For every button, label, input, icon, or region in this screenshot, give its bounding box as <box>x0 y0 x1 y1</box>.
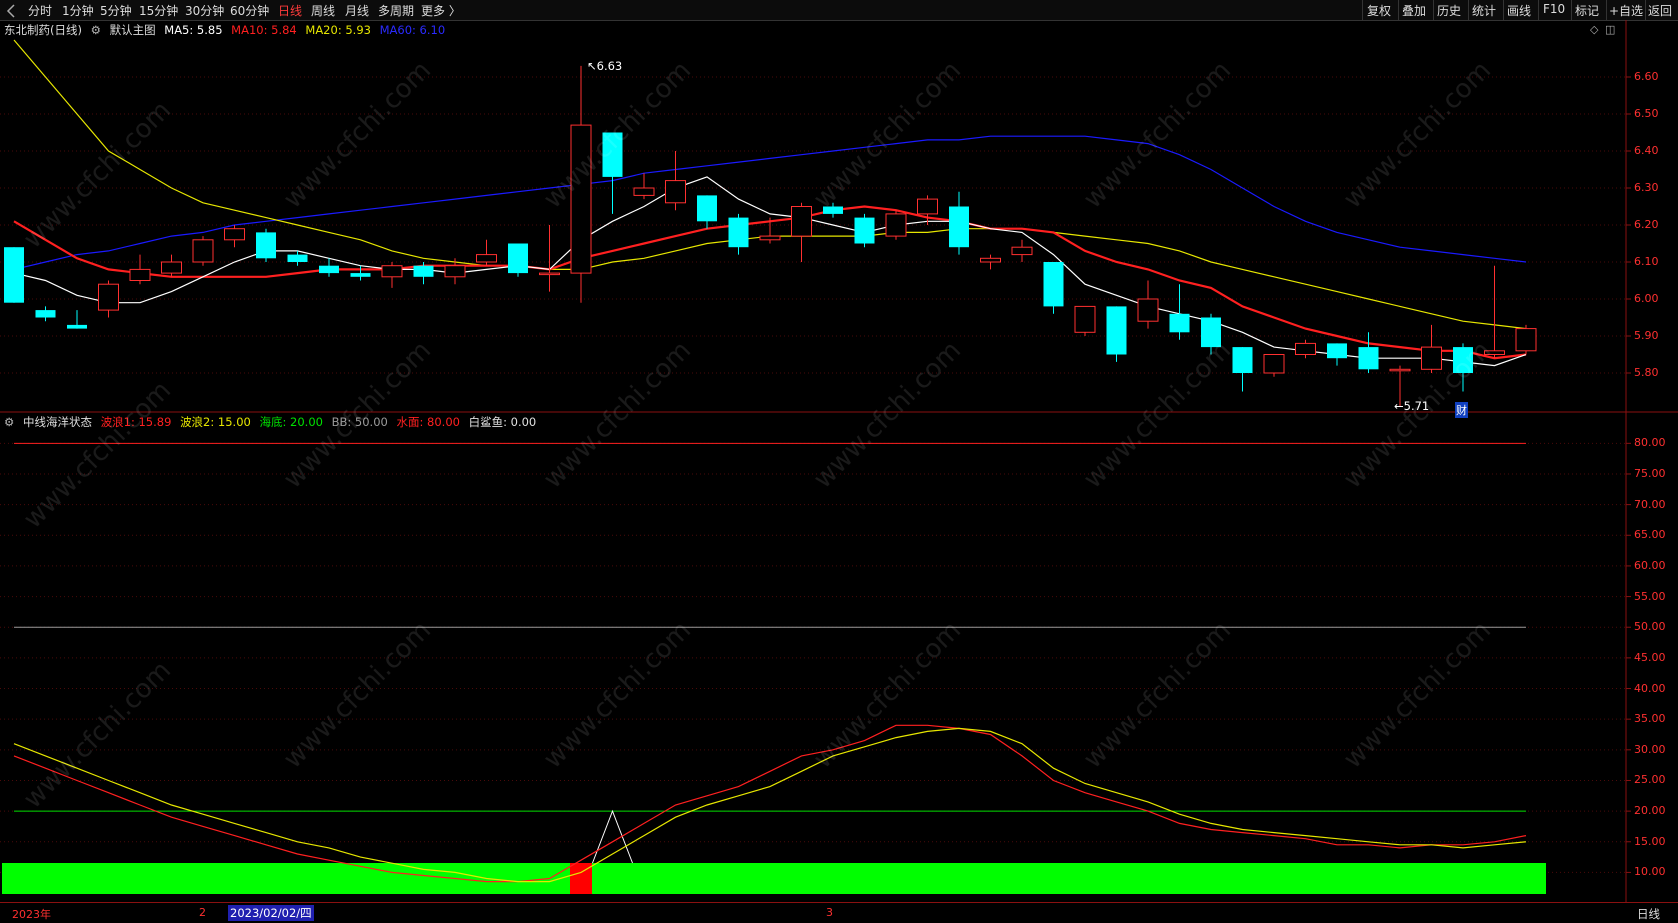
candle-body-up <box>570 124 592 274</box>
finance-badge[interactable]: 财 <box>1455 402 1468 419</box>
candle-body-up <box>1515 328 1537 352</box>
candle-body-down <box>1106 306 1127 355</box>
candle-body-up <box>1421 346 1442 370</box>
wave2-line <box>13 727 1527 883</box>
indicator-tick-label: 60.00 <box>1634 558 1666 572</box>
candle-body-down <box>508 243 528 274</box>
candle-body-down <box>256 232 276 259</box>
candle-body-down <box>1232 347 1253 373</box>
indicator-tick-label: 45.00 <box>1634 650 1666 664</box>
year-label: 2023年 <box>12 908 51 921</box>
high-price-label: ↖6.63 <box>587 58 623 73</box>
low-price-label: ←5.71 <box>1394 399 1430 414</box>
ma20-line <box>13 39 1527 330</box>
indicator-tick-label: 25.00 <box>1634 773 1666 787</box>
indicator-tick-label: 15.00 <box>1634 834 1666 848</box>
indicator-tick-label: 50.00 <box>1634 620 1666 634</box>
indicator-tick-label: 55.00 <box>1634 589 1666 603</box>
price-tick-label: 6.60 <box>1634 70 1659 83</box>
month-2-label: 2 <box>199 906 206 919</box>
indicator-tick-label: 70.00 <box>1634 497 1666 511</box>
candle-body-down <box>823 206 843 214</box>
candle-body-up <box>444 265 466 278</box>
price-tick-label: 6.40 <box>1634 144 1659 157</box>
price-tick-label: 6.30 <box>1634 181 1659 194</box>
candle-body-down <box>4 247 24 303</box>
candle-body-down <box>1327 343 1347 359</box>
cursor-date-label: 2023/02/02/四 <box>228 905 314 921</box>
candle-body-up <box>381 265 403 278</box>
indicator-tick-label: 80.00 <box>1634 436 1666 450</box>
candle-body-down <box>949 206 969 248</box>
price-tick-label: 6.10 <box>1634 255 1659 268</box>
candle-body-down <box>67 324 87 329</box>
candle-body-up <box>1484 350 1505 355</box>
price-tick-label: 5.90 <box>1634 329 1659 342</box>
indicator-tick-label: 40.00 <box>1634 681 1666 695</box>
ma60-line <box>13 135 1527 270</box>
candle-body-down <box>350 273 371 277</box>
candle-body-up <box>1011 246 1033 256</box>
indicator-tick-label: 65.00 <box>1634 528 1666 542</box>
indicator-tick-label: 20.00 <box>1634 804 1666 818</box>
candle-body-down <box>1358 347 1379 370</box>
candle-body-up <box>161 261 182 274</box>
candle-body-down <box>35 310 56 318</box>
indicator-tick-label: 75.00 <box>1634 466 1666 480</box>
ma5-line <box>13 176 1527 367</box>
period-label: 日线 <box>1637 907 1660 921</box>
candle-body-up <box>917 198 938 215</box>
candle-body-down <box>697 195 717 222</box>
candle-body-down <box>728 217 749 248</box>
candle-body-down <box>1201 317 1221 348</box>
whiteshark-spike <box>592 809 633 864</box>
price-tick-label: 6.00 <box>1634 292 1659 305</box>
candle-body-down <box>1453 347 1473 373</box>
candle-body-up <box>1389 368 1411 372</box>
candle-body-down <box>413 265 434 277</box>
candle-body-up <box>192 239 214 263</box>
candle-body-down <box>854 217 875 244</box>
candle-body-down <box>319 265 339 274</box>
month-3-label: 3 <box>826 906 833 919</box>
candle-body-up <box>1074 305 1096 333</box>
candle-body-up <box>885 213 907 237</box>
candle-body-down <box>287 254 308 262</box>
candle-body-up <box>1295 342 1316 355</box>
wave1-line <box>13 724 1527 883</box>
state-bar-green <box>2 863 1546 894</box>
chart-canvas[interactable] <box>0 0 1678 922</box>
candle-body-down <box>602 132 623 177</box>
candle-body-down <box>1169 313 1190 333</box>
candle-body-up <box>980 257 1001 263</box>
price-tick-label: 5.80 <box>1634 366 1659 379</box>
candle-body-up <box>791 206 812 237</box>
indicator-tick-label: 30.00 <box>1634 742 1666 756</box>
candle-body-up <box>633 187 655 196</box>
candle-body-up <box>665 180 686 204</box>
candle-body-up <box>129 268 151 281</box>
candle-body-up <box>476 254 497 263</box>
price-tick-label: 6.50 <box>1634 107 1659 120</box>
candle-body-up <box>759 235 781 241</box>
candle-body-up <box>224 228 245 241</box>
candle-body-down <box>1043 262 1064 307</box>
indicator-tick-label: 10.00 <box>1634 865 1666 879</box>
date-axis: 2023年 2 2023/02/02/四 3 日线 <box>0 902 1678 923</box>
candle-body-up <box>98 283 119 311</box>
candle-body-up <box>539 272 560 276</box>
candle-body-up <box>1263 354 1285 374</box>
candle-body-up <box>1137 298 1159 322</box>
indicator-tick-label: 35.00 <box>1634 712 1666 726</box>
price-tick-label: 6.20 <box>1634 218 1659 231</box>
